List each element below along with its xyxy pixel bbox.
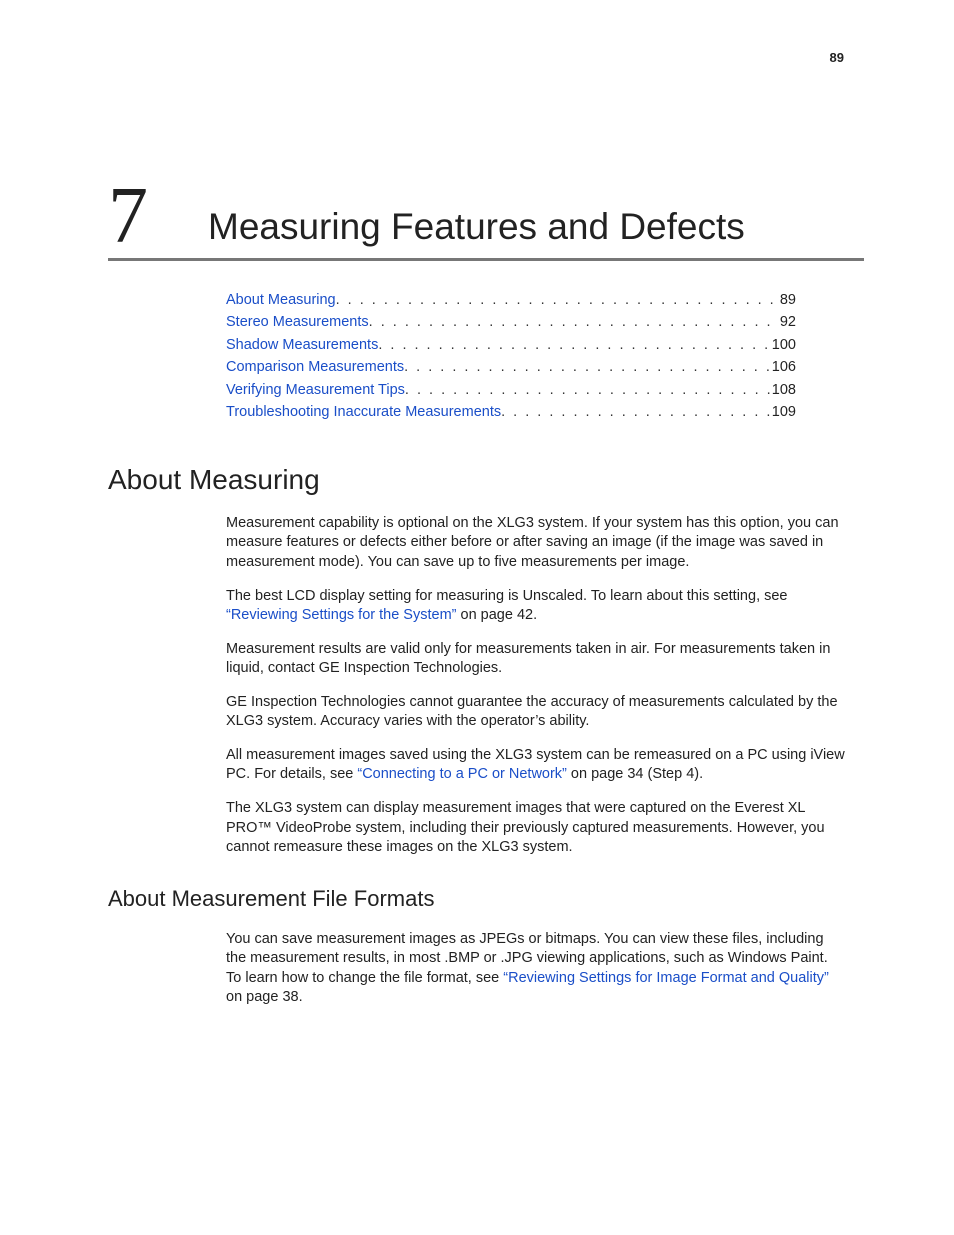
toc-item: Verifying Measurement Tips 108 <box>226 379 796 401</box>
toc-page-number: 92 <box>778 311 796 333</box>
cross-reference-link[interactable]: “Connecting to a PC or Network” <box>357 766 567 782</box>
toc-page-number: 106 <box>770 356 796 378</box>
toc-item: Comparison Measurements 106 <box>226 356 796 378</box>
toc-item: Shadow Measurements 100 <box>226 334 796 356</box>
toc-link[interactable]: Comparison Measurements <box>226 356 404 378</box>
toc-page-number: 108 <box>770 379 796 401</box>
toc-link[interactable]: Shadow Measurements <box>226 334 378 356</box>
body-block: Measurement capability is optional on th… <box>226 514 846 858</box>
toc-leader-dots <box>378 334 769 356</box>
page: 89 7 Measuring Features and Defects Abou… <box>0 0 954 1235</box>
chapter-number: 7 <box>108 180 148 252</box>
toc-page-number: 89 <box>778 289 796 311</box>
page-number: 89 <box>830 50 844 65</box>
toc-leader-dots <box>336 289 778 311</box>
toc-link[interactable]: About Measuring <box>226 289 336 311</box>
text-run: The best LCD display setting for measuri… <box>226 588 788 604</box>
toc-item: Troubleshooting Inaccurate Measurements … <box>226 401 796 423</box>
toc-item: About Measuring 89 <box>226 289 796 311</box>
paragraph: Measurement results are valid only for m… <box>226 640 846 679</box>
toc-item: Stereo Measurements 92 <box>226 311 796 333</box>
paragraph: You can save measurement images as JPEGs… <box>226 930 846 1008</box>
paragraph: The best LCD display setting for measuri… <box>226 587 846 626</box>
toc-link[interactable]: Stereo Measurements <box>226 311 369 333</box>
toc-link[interactable]: Verifying Measurement Tips <box>226 379 405 401</box>
toc-page-number: 109 <box>770 401 796 423</box>
toc-leader-dots <box>405 379 770 401</box>
paragraph: GE Inspection Technologies cannot guaran… <box>226 693 846 732</box>
section-heading-about-measuring: About Measuring <box>108 464 864 496</box>
toc-link[interactable]: Troubleshooting Inaccurate Measurements <box>226 401 501 423</box>
cross-reference-link[interactable]: “Reviewing Settings for the System” <box>226 607 456 623</box>
body-block: You can save measurement images as JPEGs… <box>226 930 846 1008</box>
paragraph: All measurement images saved using the X… <box>226 746 846 785</box>
text-run: on page 34 (Step 4). <box>567 766 703 782</box>
chapter-title: Measuring Features and Defects <box>208 206 745 252</box>
cross-reference-link[interactable]: “Reviewing Settings for Image Format and… <box>503 970 829 986</box>
toc-page-number: 100 <box>770 334 796 356</box>
table-of-contents: About Measuring 89 Stereo Measurements 9… <box>226 289 796 424</box>
toc-leader-dots <box>501 401 770 423</box>
toc-leader-dots <box>369 311 778 333</box>
toc-leader-dots <box>404 356 770 378</box>
text-run: on page 38. <box>226 989 303 1005</box>
paragraph: Measurement capability is optional on th… <box>226 514 846 573</box>
paragraph: The XLG3 system can display measurement … <box>226 799 846 858</box>
subsection-heading-file-formats: About Measurement File Formats <box>108 886 864 912</box>
chapter-header: 7 Measuring Features and Defects <box>108 180 864 261</box>
text-run: on page 42. <box>456 607 537 623</box>
